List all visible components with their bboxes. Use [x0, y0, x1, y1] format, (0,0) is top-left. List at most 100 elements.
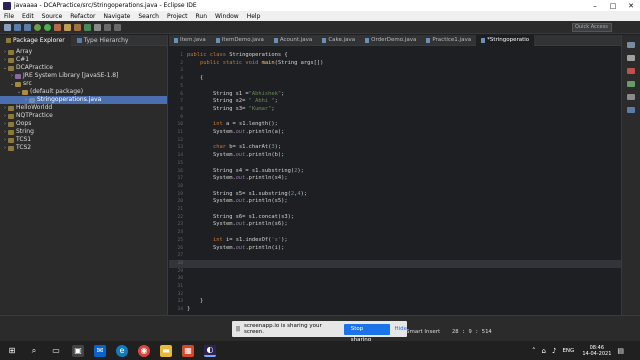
- menu-refactor[interactable]: Refactor: [66, 13, 99, 20]
- maximize-button[interactable]: □: [604, 0, 622, 11]
- console-icon[interactable]: [627, 94, 635, 100]
- debug-icon[interactable]: [34, 23, 41, 31]
- editor-tab[interactable]: Cake.java: [317, 35, 360, 46]
- code-line[interactable]: 19 String s5= s1.substring(2,4);: [169, 191, 621, 199]
- chevron-up-icon[interactable]: ˄: [532, 347, 536, 355]
- code-line[interactable]: 24: [169, 229, 621, 237]
- tree-item-array[interactable]: › Array: [0, 48, 167, 56]
- chrome-icon[interactable]: ◉: [138, 344, 150, 357]
- code-line[interactable]: 26 System.out.println(i);: [169, 245, 621, 253]
- tree-item-c-1[interactable]: › C#1: [0, 56, 167, 64]
- search-icon[interactable]: [94, 23, 101, 31]
- code-line[interactable]: 27: [169, 252, 621, 260]
- tree-item-default-package[interactable]: ⌄ (default package): [0, 88, 167, 96]
- code-line[interactable]: 3: [169, 67, 621, 75]
- new-java-project-icon[interactable]: [64, 23, 71, 31]
- code-line[interactable]: 12: [169, 137, 621, 145]
- new-class-icon[interactable]: [84, 23, 91, 31]
- code-line[interactable]: 13 char b= s1.charAt(3);: [169, 144, 621, 152]
- volume-icon[interactable]: ♪: [552, 347, 556, 355]
- code-line[interactable]: 7 String s2= " Abhi ";: [169, 98, 621, 106]
- menu-project[interactable]: Project: [163, 13, 192, 20]
- code-line[interactable]: 30: [169, 275, 621, 283]
- code-line[interactable]: 16 String s4 = s1.substring(2);: [169, 168, 621, 176]
- file-explorer-icon[interactable]: ▬: [160, 344, 172, 357]
- run-icon[interactable]: [44, 23, 51, 31]
- editor-tab[interactable]: *Stringoperatio: [476, 35, 535, 46]
- quick-access-input[interactable]: Quick Access: [572, 23, 612, 32]
- mail-icon[interactable]: ✉: [94, 344, 106, 357]
- tree-item-string[interactable]: › String: [0, 128, 167, 136]
- code-line[interactable]: 1 public class Stringoperations {: [169, 52, 621, 60]
- menu-source[interactable]: Source: [38, 13, 67, 20]
- code-line[interactable]: 32: [169, 291, 621, 299]
- editor-tab[interactable]: ItemDemo.java: [211, 35, 269, 46]
- tree-item-tcs1[interactable]: › TCS1: [0, 136, 167, 144]
- menu-navigate[interactable]: Navigate: [99, 13, 134, 20]
- tree-item-tcs2[interactable]: › TCS2: [0, 144, 167, 152]
- editor-tab[interactable]: OrderDemo.java: [360, 35, 421, 46]
- code-line[interactable]: 14 System.out.println(b);: [169, 152, 621, 160]
- code-line[interactable]: 8 String s3= "Kumar";: [169, 106, 621, 114]
- notification-icon[interactable]: ▤: [617, 347, 624, 355]
- code-line[interactable]: 20 System.out.println(s5);: [169, 198, 621, 206]
- language-indicator[interactable]: ENG: [562, 348, 574, 354]
- menu-help[interactable]: Help: [243, 13, 265, 20]
- menu-edit[interactable]: Edit: [18, 13, 38, 20]
- store-icon[interactable]: ▣: [72, 344, 84, 357]
- tab-package-explorer[interactable]: Package Explorer: [0, 34, 71, 46]
- menu-file[interactable]: File: [0, 13, 18, 20]
- start-icon[interactable]: ⊞: [6, 345, 18, 357]
- code-line[interactable]: 2 public static void main(String args[]): [169, 60, 621, 68]
- code-line[interactable]: 11 System.out.println(a);: [169, 129, 621, 137]
- code-line[interactable]: 28: [169, 259, 621, 268]
- menu-window[interactable]: Window: [211, 13, 243, 20]
- code-line[interactable]: 6 String s1 ="Abhishek";: [169, 91, 621, 99]
- tree-item-stringoperations-java[interactable]: › Stringoperations.java: [0, 96, 167, 104]
- code-line[interactable]: 31: [169, 283, 621, 291]
- editor-tab[interactable]: Acount.java: [269, 35, 317, 46]
- menu-run[interactable]: Run: [192, 13, 212, 20]
- external-tools-icon[interactable]: [54, 23, 61, 31]
- editor-tab[interactable]: Practice1.java: [421, 35, 476, 46]
- code-line[interactable]: 29: [169, 268, 621, 276]
- code-line[interactable]: 21: [169, 206, 621, 214]
- tree-item-helloworldd[interactable]: › HelloWorldd: [0, 104, 167, 112]
- tree-item-src[interactable]: ⌄ src: [0, 80, 167, 88]
- code-line[interactable]: 33 }: [169, 298, 621, 306]
- code-line[interactable]: 22 String s6= s1.concat(s3);: [169, 214, 621, 222]
- search-icon[interactable]: ⌕: [28, 345, 40, 357]
- outline-icon[interactable]: [627, 42, 635, 48]
- code-line[interactable]: 4 {: [169, 75, 621, 83]
- code-line[interactable]: 15: [169, 160, 621, 168]
- save-icon[interactable]: [14, 23, 21, 31]
- tree-item-jre-system-library-javase-1-8[interactable]: › JRE System Library [JavaSE-1.8]: [0, 72, 167, 80]
- back-icon[interactable]: [104, 23, 111, 31]
- code-line[interactable]: 25 int i= s1.indexOf('s');: [169, 237, 621, 245]
- javadoc-icon[interactable]: [627, 81, 635, 87]
- tree-item-nqtpractice[interactable]: › NQTPractice: [0, 112, 167, 120]
- menu-search[interactable]: Search: [134, 13, 163, 20]
- network-icon[interactable]: ⌂: [542, 347, 546, 355]
- minimize-button[interactable]: –: [586, 0, 604, 11]
- code-line[interactable]: 34}: [169, 306, 621, 314]
- code-line[interactable]: 9: [169, 114, 621, 122]
- code-line[interactable]: 5: [169, 83, 621, 91]
- tree-item-oops[interactable]: › Oops: [0, 120, 167, 128]
- progress-icon[interactable]: [627, 107, 635, 113]
- code-line[interactable]: 17 System.out.println(s4);: [169, 175, 621, 183]
- code-line[interactable]: 23 System.out.println(s6);: [169, 221, 621, 229]
- clock[interactable]: 08:46 14-04-2021: [582, 345, 611, 357]
- problems-icon[interactable]: [627, 68, 635, 74]
- new-package-icon[interactable]: [74, 23, 81, 31]
- code-editor[interactable]: Item.java ItemDemo.java Acount.java Cake.ja…: [169, 35, 621, 315]
- forward-icon[interactable]: [114, 23, 121, 31]
- edge-icon[interactable]: e: [116, 344, 128, 357]
- tree-item-dcapractice[interactable]: ⌄ DCAPractice: [0, 64, 167, 72]
- task-list-icon[interactable]: [627, 55, 635, 61]
- new-icon[interactable]: [4, 23, 11, 31]
- close-button[interactable]: ✕: [622, 0, 640, 11]
- eclipse-taskbar-icon[interactable]: ◐: [204, 344, 216, 357]
- task-view-icon[interactable]: ▭: [50, 345, 62, 357]
- stop-sharing-button[interactable]: Stop sharing: [343, 323, 391, 343]
